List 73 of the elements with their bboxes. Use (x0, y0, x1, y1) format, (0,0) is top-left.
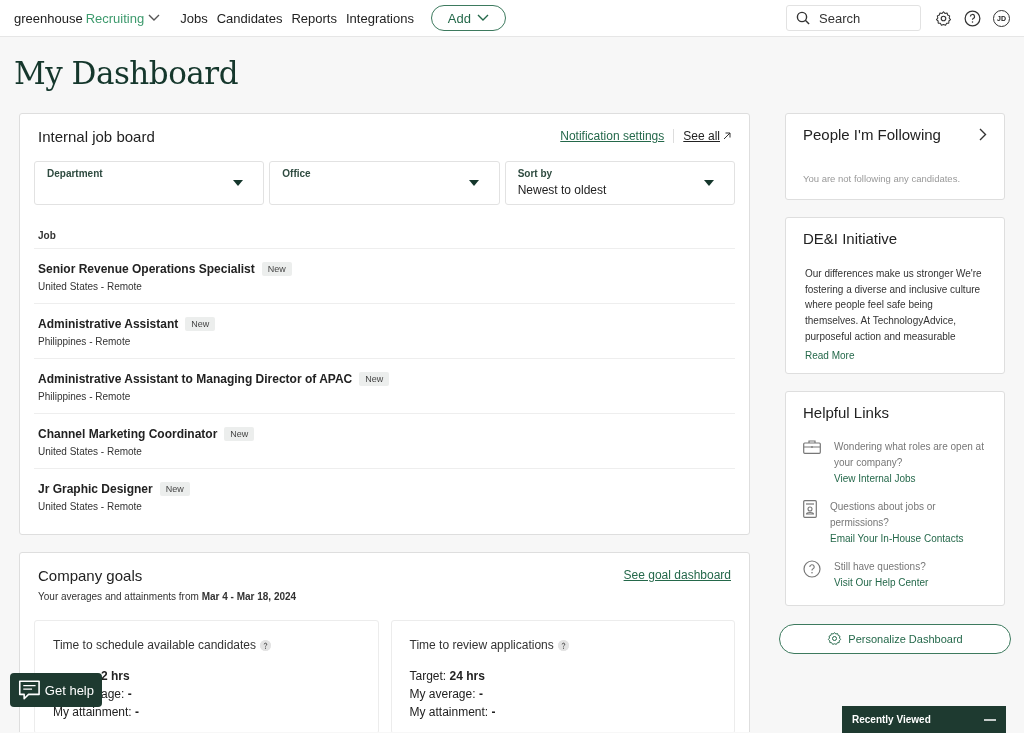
caret-down-icon (704, 180, 714, 186)
help-link[interactable]: Visit Our Help Center (834, 574, 929, 590)
job-title[interactable]: Senior Revenue Operations Specialist (38, 262, 255, 276)
job-location: Philippines - Remote (38, 391, 131, 402)
date-range-text: Your averages and attainments from Mar 4 - Mar 18, 2024 (37, 591, 298, 602)
help-link[interactable]: Email Your In-House Contacts (830, 530, 987, 546)
card-title: Helpful Links (803, 403, 889, 421)
external-link-icon (723, 132, 731, 140)
nav-link[interactable]: Jobs (180, 10, 208, 26)
caret-down-icon (468, 180, 479, 186)
job-title[interactable]: Administrative Assistant to Managing Director of APAC (38, 372, 353, 386)
help-text: Still have questions? (834, 559, 927, 574)
card-title: DE&I Initiative (803, 230, 898, 247)
filter-dropdown[interactable]: Department (34, 161, 265, 205)
help-text: Questions about jobs or permissions? (830, 499, 937, 530)
brand-logo[interactable]: greenhouse (14, 10, 83, 26)
nav-link[interactable]: Candidates (216, 10, 283, 26)
empty-message: You are not following any candidates. (803, 173, 961, 184)
notification-settings-link[interactable]: Notification settings (560, 129, 665, 143)
page-title: My Dashboard (14, 55, 238, 91)
search-field[interactable]: Search (786, 5, 921, 31)
job-location: United States - Remote (38, 446, 142, 457)
nav-link[interactable]: Integrations (346, 10, 414, 26)
help-icon[interactable] (964, 9, 981, 27)
minimize-icon[interactable] (984, 718, 996, 721)
column-header: Job (38, 230, 56, 241)
panel-title: Recently Viewed (852, 714, 931, 725)
job-location: Philippines - Remote (38, 336, 131, 347)
goal-stat: My average: - (409, 687, 483, 701)
chevron-down-icon (477, 14, 489, 22)
read-more-link[interactable]: Read More (803, 349, 855, 361)
chevron-right-icon[interactable] (979, 128, 987, 141)
contact-card-icon (803, 499, 817, 518)
card-title: Internal job board (38, 127, 155, 145)
filter-dropdown[interactable]: Sort by Newest to oldest (504, 161, 735, 205)
help-link[interactable]: View Internal Jobs (834, 470, 987, 486)
new-tag: New (185, 317, 216, 331)
card-title: People I'm Following (803, 126, 941, 143)
chat-icon (18, 678, 41, 702)
new-tag: New (261, 262, 292, 276)
gear-icon (827, 631, 843, 646)
goal-title: Time to review applications (409, 638, 554, 652)
job-title[interactable]: Channel Marketing Coordinator (38, 427, 218, 441)
briefcase-icon (803, 439, 821, 454)
goal-dashboard-link[interactable]: See goal dashboard (623, 568, 731, 582)
settings-icon (935, 9, 952, 27)
new-tag: New (159, 482, 190, 496)
goal-stat: My attainment: - (409, 705, 496, 719)
card-title: Company goals (38, 566, 143, 584)
goal-stat: Target: 24 hrs (409, 669, 485, 683)
goal-stat: 2 hrs (101, 669, 130, 683)
see-all-link[interactable]: See all (683, 129, 731, 143)
personalize-dashboard-button[interactable]: Personalize Dashboard (779, 623, 1011, 654)
goal-title: Time to schedule available candidates (53, 638, 256, 652)
job-title[interactable]: Jr Graphic Designer (38, 482, 153, 496)
job-location: United States - Remote (38, 501, 142, 512)
new-tag: New (224, 427, 255, 441)
product-name[interactable]: Recruiting (85, 10, 145, 26)
dei-text: Our differences make us stronger We're fostering a diverse and inclusive culture where people feel safe being themselves. At TechnologyAdvice, purposeful action and measurable (804, 267, 983, 344)
filter-dropdown[interactable]: Office (269, 161, 500, 205)
help-icon (803, 559, 821, 578)
goal-stat: age: - (101, 687, 132, 701)
caret-down-icon (233, 180, 244, 186)
job-location: United States - Remote (38, 281, 142, 292)
recently-viewed-bar[interactable]: Recently Viewed (842, 706, 1006, 733)
add-button[interactable]: Add (430, 5, 506, 31)
nav-link[interactable]: Reports (291, 10, 337, 26)
help-text: Wondering what roles are open at your company? (834, 439, 985, 470)
goal-stat: My attainment: - (53, 705, 140, 719)
get-help-button[interactable]: Get help (10, 673, 102, 707)
new-tag: New (359, 372, 390, 386)
job-title[interactable]: Administrative Assistant (38, 317, 179, 331)
chevron-down-icon (148, 14, 161, 22)
